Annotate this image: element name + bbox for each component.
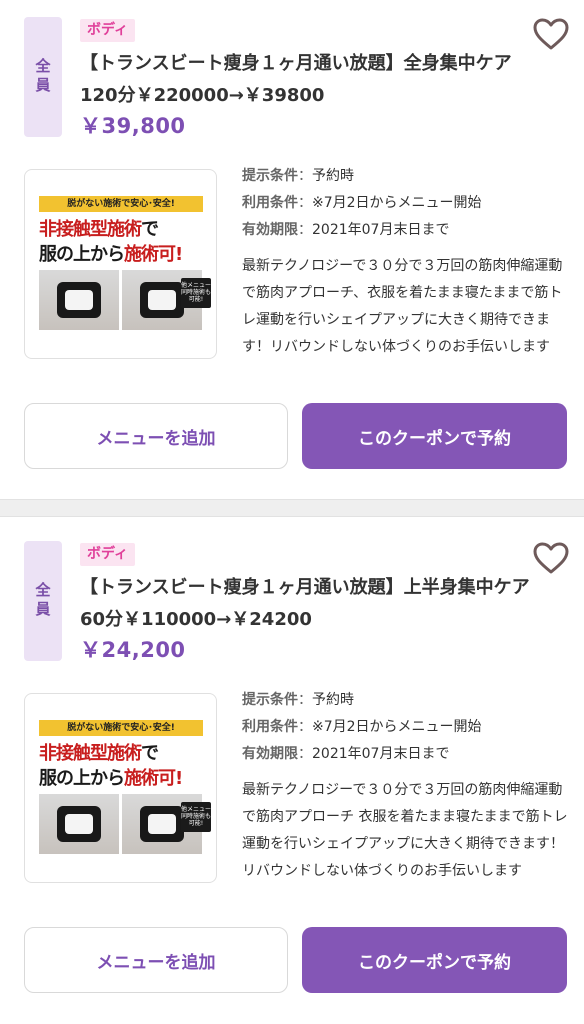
condition-row: 有効期限：2021年07月末日まで — [242, 746, 450, 762]
category-badge: ボディ — [80, 543, 136, 566]
heart-icon[interactable] — [532, 17, 570, 51]
thumbnail-headline-2: 服の上から施術可! — [39, 244, 183, 265]
thumbnail-headline-1: 非接触型施術で — [39, 219, 159, 240]
heart-icon[interactable] — [532, 541, 570, 575]
coupon-title: 【トランスビート痩身１ヶ月通い放題】全身集中ケア120分￥220000→￥398… — [80, 53, 512, 106]
coupon-thumbnail: 脱がない施術で安心･安全! 非接触型施術で 服の上から施術可! 他メニュー同時施… — [24, 693, 217, 883]
add-menu-button[interactable]: メニューを追加 — [24, 927, 288, 993]
coupon-description: 最新テクノロジーで３０分で３万回の筋肉伸縮運動で筋肉アプローチ、衣服を着たまま寝… — [242, 258, 563, 355]
condition-row: 利用条件：※7月2日からメニュー開始 — [242, 719, 482, 735]
coupon-card: 全員 ボディ 【トランスビート痩身１ヶ月通い放題】全身集中ケア120分￥2200… — [0, 0, 584, 500]
reserve-with-coupon-button[interactable]: このクーポンで予約 — [302, 403, 567, 469]
coupon-description: 最新テクノロジーで３０分で３万回の筋肉伸縮運動で筋肉アプローチ 衣服を着たまま寝… — [242, 782, 568, 879]
thumbnail-headline-2: 服の上から施術可! — [39, 768, 183, 789]
condition-row: 有効期限：2021年07月末日まで — [242, 222, 450, 238]
thumbnail-note: 他メニュー同時施術も可能! — [181, 802, 211, 832]
target-badge: 全員 — [24, 17, 62, 137]
coupon-thumbnail: 脱がない施術で安心･安全! 非接触型施術で 服の上から施術可! 他メニュー同時施… — [24, 169, 217, 359]
treatment-photo — [39, 270, 119, 330]
coupon-conditions: 提示条件：予約時 利用条件：※7月2日からメニュー開始 有効期限：2021年07… — [242, 687, 572, 768]
thumbnail-headline-1: 非接触型施術で — [39, 743, 159, 764]
thumbnail-banner: 脱がない施術で安心･安全! — [39, 196, 203, 212]
coupon-price: ￥39,800 — [80, 114, 186, 138]
add-menu-button[interactable]: メニューを追加 — [24, 403, 288, 469]
coupon-conditions: 提示条件：予約時 利用条件：※7月2日からメニュー開始 有効期限：2021年07… — [242, 163, 572, 244]
coupon-card: 全員 ボディ 【トランスビート痩身１ヶ月通い放題】上半身集中ケア60分￥1100… — [0, 516, 584, 1024]
reserve-with-coupon-button[interactable]: このクーポンで予約 — [302, 927, 567, 993]
condition-row: 提示条件：予約時 — [242, 168, 354, 184]
category-badge: ボディ — [80, 19, 136, 42]
target-badge: 全員 — [24, 541, 62, 661]
condition-row: 利用条件：※7月2日からメニュー開始 — [242, 195, 482, 211]
condition-row: 提示条件：予約時 — [242, 692, 354, 708]
treatment-photo — [39, 794, 119, 854]
thumbnail-note: 他メニュー同時施術も可能! — [181, 278, 211, 308]
coupon-price: ￥24,200 — [80, 638, 186, 662]
thumbnail-banner: 脱がない施術で安心･安全! — [39, 720, 203, 736]
coupon-title: 【トランスビート痩身１ヶ月通い放題】上半身集中ケア60分￥110000→￥242… — [80, 577, 530, 630]
